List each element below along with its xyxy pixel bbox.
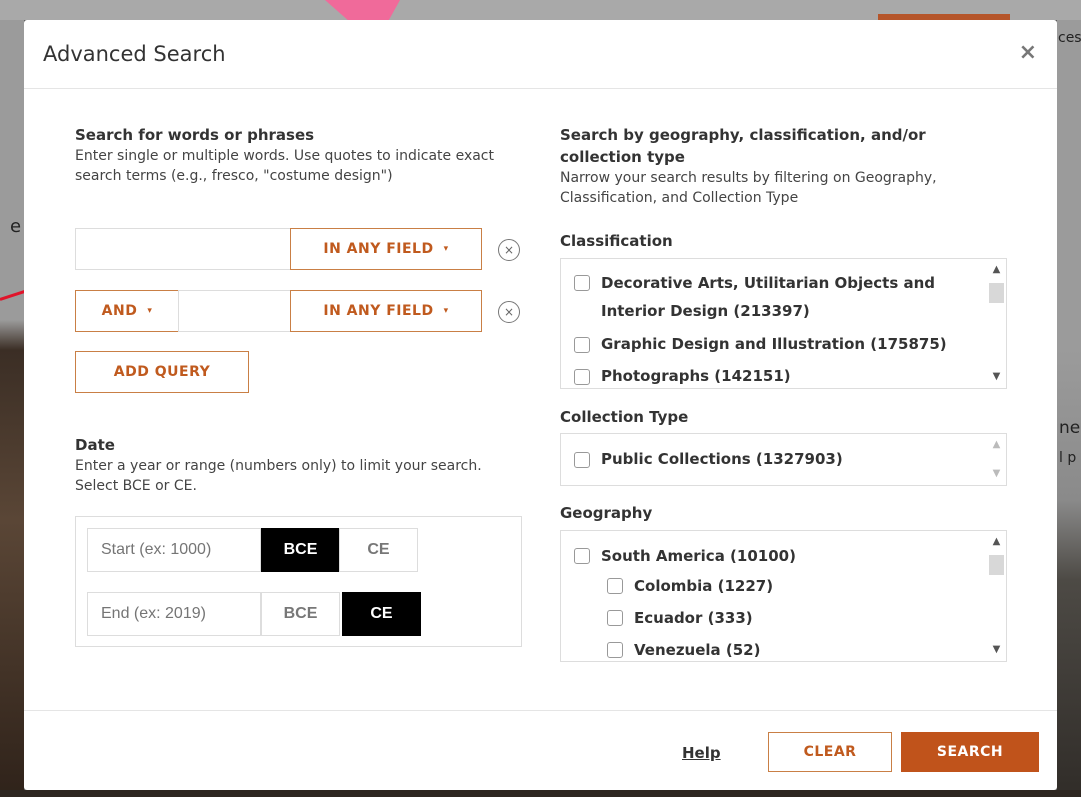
right-column: Search by geography, classification, and… xyxy=(560,124,1007,662)
words-section-title: Search for words or phrases xyxy=(75,126,315,144)
search-button[interactable]: SEARCH xyxy=(901,732,1039,772)
chevron-down-icon: ▾ xyxy=(443,244,449,254)
scroll-down-icon: ▼ xyxy=(992,468,1001,479)
classification-scrollbar[interactable]: ▲ ▼ xyxy=(987,259,1006,388)
operator-dropdown[interactable]: AND ▾ xyxy=(75,290,179,332)
end-year-input[interactable] xyxy=(87,592,261,636)
geography-checkbox[interactable] xyxy=(607,642,623,658)
query-term-input[interactable] xyxy=(178,290,291,332)
close-icon[interactable]: × xyxy=(1019,42,1037,64)
classification-checkbox[interactable] xyxy=(574,275,590,291)
query-row: AND ▾ IN ANY FIELD ▾ × xyxy=(75,290,525,332)
chevron-down-icon: ▾ xyxy=(147,306,153,316)
classification-checkbox[interactable] xyxy=(574,369,590,385)
words-section-description: Enter single or multiple words. Use quot… xyxy=(75,148,494,184)
classification-title: Classification xyxy=(560,232,673,250)
classification-label: Decorative Arts, Utilitarian Objects and xyxy=(601,274,936,292)
field-dropdown-label: IN ANY FIELD xyxy=(323,241,434,257)
end-ce-toggle[interactable]: CE xyxy=(342,592,421,636)
end-bce-toggle[interactable]: BCE xyxy=(261,592,340,636)
scroll-thumb[interactable] xyxy=(989,555,1004,575)
background-text-fragment: ne xyxy=(1059,418,1081,438)
scroll-thumb[interactable] xyxy=(989,283,1004,303)
geography-label: Ecuador (333) xyxy=(634,609,753,627)
field-dropdown-label: IN ANY FIELD xyxy=(323,303,434,319)
scroll-up-icon[interactable]: ▲ xyxy=(987,262,1006,278)
left-column: Search for words or phrases Enter single… xyxy=(75,124,525,647)
collection-type-list: Public Collections (1327903) ▲ ▼ xyxy=(560,433,1007,486)
geography-checkbox[interactable] xyxy=(574,548,590,564)
date-section-description: Enter a year or range (numbers only) to … xyxy=(75,458,482,494)
chevron-down-icon: ▾ xyxy=(443,306,449,316)
field-dropdown[interactable]: IN ANY FIELD ▾ xyxy=(290,228,482,270)
advanced-search-dialog: Advanced Search × Search for words or ph… xyxy=(24,20,1057,790)
remove-query-icon[interactable]: × xyxy=(498,239,520,261)
remove-query-icon[interactable]: × xyxy=(498,301,520,323)
collection-type-label: Public Collections (1327903) xyxy=(601,450,843,468)
classification-list: Decorative Arts, Utilitarian Objects and… xyxy=(560,258,1007,389)
classification-label: Photographs (142151) xyxy=(601,367,791,385)
start-year-input[interactable] xyxy=(87,528,261,572)
geography-checkbox[interactable] xyxy=(607,610,623,626)
collection-type-scrollbar: ▲ ▼ xyxy=(987,434,1006,485)
date-section: Date Enter a year or range (numbers only… xyxy=(75,434,525,496)
field-dropdown[interactable]: IN ANY FIELD ▾ xyxy=(290,290,482,332)
background-right-edge xyxy=(1057,20,1081,797)
background-text-fragment: e xyxy=(10,216,22,237)
filters-section-title: Search by geography, classification, and… xyxy=(560,126,926,166)
clear-button[interactable]: CLEAR xyxy=(768,732,892,772)
geography-list: South America (10100) Colombia (1227) Ec… xyxy=(560,530,1007,662)
start-bce-toggle[interactable]: BCE xyxy=(261,528,340,572)
add-query-button[interactable]: ADD QUERY xyxy=(75,351,249,393)
start-ce-toggle[interactable]: CE xyxy=(339,528,418,572)
geography-scrollbar[interactable]: ▲ ▼ xyxy=(987,531,1006,661)
filters-section-description: Narrow your search results by filtering … xyxy=(560,170,937,206)
background-bottom-edge xyxy=(0,790,1081,797)
geography-title: Geography xyxy=(560,504,653,522)
background-text-fragment: ces xyxy=(1058,30,1081,46)
scroll-up-icon[interactable]: ▲ xyxy=(987,534,1006,550)
scroll-up-icon: ▲ xyxy=(992,439,1001,450)
date-range-box: BCE CE BCE CE xyxy=(75,516,522,647)
classification-checkbox[interactable] xyxy=(574,337,590,353)
classification-label: Graphic Design and Illustration (175875) xyxy=(601,335,947,353)
geography-label: Colombia (1227) xyxy=(634,577,774,595)
geography-checkbox[interactable] xyxy=(607,578,623,594)
dialog-title: Advanced Search xyxy=(43,42,226,66)
geography-label: Venezuela (52) xyxy=(634,641,761,659)
collection-type-checkbox[interactable] xyxy=(574,452,590,468)
scroll-down-icon[interactable]: ▼ xyxy=(987,369,1006,385)
collection-type-title: Collection Type xyxy=(560,408,689,426)
classification-label: Interior Design (213397) xyxy=(601,302,810,320)
query-row: IN ANY FIELD ▾ × xyxy=(75,228,525,270)
date-section-title: Date xyxy=(75,436,115,454)
geography-label: South America (10100) xyxy=(601,547,796,565)
dialog-footer: Help CLEAR SEARCH xyxy=(24,710,1057,790)
help-link[interactable]: Help xyxy=(682,744,721,762)
operator-dropdown-label: AND xyxy=(101,303,138,319)
scroll-down-icon[interactable]: ▼ xyxy=(987,642,1006,658)
background-left-edge xyxy=(0,20,24,797)
query-term-input[interactable] xyxy=(75,228,291,270)
dialog-header: Advanced Search × xyxy=(24,20,1057,89)
background-text-fragment: l p xyxy=(1059,450,1077,466)
